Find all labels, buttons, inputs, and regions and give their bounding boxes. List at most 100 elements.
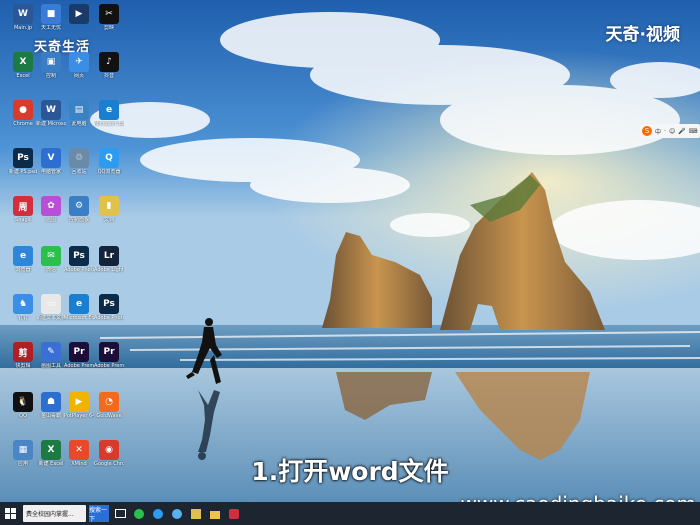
windows-start-icon[interactable] — [0, 505, 20, 522]
desktop-icon[interactable]: V 电脑管家 — [38, 148, 64, 175]
desktop-icon-label: Adobe Premiere P... — [94, 363, 124, 369]
wps-taskbar-icon[interactable] — [226, 505, 242, 522]
taskbar-search-input[interactable]: 费全校园内掌握... — [23, 505, 86, 522]
desktop-icon[interactable]: Ps 新建 PS.psd — [8, 148, 38, 175]
desktop-icon[interactable]: PsAdobe Photosh... — [64, 246, 94, 273]
desktop-icon[interactable]: X Excel — [10, 52, 36, 79]
desktop-icon[interactable]: ● Chrome — [10, 100, 36, 127]
watermark-top-right: 天奇·视频 — [605, 25, 680, 45]
desktop-icon-label: 电脑管家 — [40, 169, 61, 175]
desktop-icon[interactable]: ▤ 此电脑 — [66, 100, 92, 127]
desktop-icon-label: 控制 — [45, 73, 56, 79]
desktop-icon[interactable]: PrAdobe Premiere P... — [94, 342, 124, 369]
desktop-icon[interactable]: ✿ 画图 — [38, 196, 64, 223]
app-icon: Ps — [13, 148, 33, 168]
wechat-taskbar-icon[interactable] — [131, 505, 147, 522]
video-subtitle: 1.打开word文件 — [251, 457, 449, 486]
desktop-icon-label: Chrome — [13, 121, 33, 127]
emoji-icon[interactable]: ☺ — [669, 128, 675, 135]
desktop-icon[interactable]: W新建 Microsoft... — [36, 100, 66, 127]
app-icon: Lr — [99, 246, 119, 266]
desktop-icon[interactable]: ♪ 抖音 — [96, 52, 122, 79]
desktop-icon[interactable]: ▮ 文档 — [96, 196, 122, 223]
task-view-icon[interactable] — [112, 505, 128, 522]
ime-punct-label[interactable]: · — [664, 128, 666, 135]
app-icon: Pr — [99, 342, 119, 362]
desktop-icon-label: QQ浏览器 — [97, 169, 121, 175]
browser-taskbar-icon[interactable] — [169, 505, 185, 522]
desktop-icon[interactable]: ▣ 控制 — [38, 52, 64, 79]
desktop-icon-label: 画图工具 — [40, 363, 61, 369]
desktop-icon-label: Microsoft Edge — [64, 315, 94, 321]
desktop-icon-label: Microsoft Edge — [94, 121, 124, 127]
desktop-icon[interactable]: ✂ 剪映 — [96, 4, 122, 31]
desktop-icon[interactable]: Q QQ浏览器 — [96, 148, 122, 175]
desktop-icon[interactable]: ✉ 微信 — [38, 246, 64, 273]
app-icon: ♞ — [13, 294, 33, 314]
desktop-icon[interactable]: ▶PotPlayer 64 bit — [64, 392, 94, 419]
desktop-icon-label: 控制面板 — [68, 217, 89, 223]
app-icon: ✂ — [99, 4, 119, 24]
desktop-icon[interactable]: 周 Snagit — [10, 196, 36, 223]
ime-mode-label[interactable]: 中 — [655, 127, 661, 136]
desktop-icon[interactable]: ♲ 回收站 — [66, 148, 92, 175]
desktop-icon[interactable]: ■ 天工无忧 — [38, 4, 64, 31]
desktop-icon-label: 金山毒霸 — [40, 413, 61, 419]
app-icon: ▣ — [41, 52, 61, 72]
desktop-icon-label: Snagit — [15, 217, 31, 223]
desktop-icon[interactable]: ♞ 钉钉 — [10, 294, 36, 321]
app-icon: ▶ — [69, 392, 89, 412]
app-icon: Ps — [99, 294, 119, 314]
desktop-icon-label: QQ — [19, 413, 27, 419]
desktop-icon-label: 网页 — [73, 73, 84, 79]
desktop-icon[interactable]: 剪快剪辑 — [10, 342, 36, 369]
desktop-icon-label: PotPlayer 64 bit — [64, 413, 94, 419]
app-icon: ■ — [41, 4, 61, 24]
desktop-icon[interactable]: PsAdobe Photosh... — [94, 294, 124, 321]
app-icon: W — [13, 4, 33, 24]
desktop-icon[interactable]: eMicrosoft Edge — [64, 294, 94, 321]
microphone-icon[interactable]: 🎤 — [678, 128, 685, 135]
desktop-icon[interactable]: ✈ 网页 — [66, 52, 92, 79]
desktop-icon[interactable]: LrAdobe Lightroo... — [94, 246, 124, 273]
app-icon: Ps — [69, 246, 89, 266]
app-icon: ☗ — [41, 392, 61, 412]
desktop-icon-label: 新建文本文档 — [36, 315, 66, 321]
desktop-icon[interactable]: e 浏览器 — [10, 246, 36, 273]
desktop-icon-label: 浏览器 — [15, 267, 31, 273]
desktop-icon[interactable]: ⚙ 控制面板 — [66, 196, 92, 223]
desktop-icon-label: Adobe Premiere — [64, 363, 94, 369]
app-icon: e — [99, 100, 119, 120]
desktop-icon[interactable]: ☗ 金山毒霸 — [38, 392, 64, 419]
desktop-icon[interactable]: W Main.jp — [10, 4, 36, 31]
keyboard-icon[interactable]: ⌨ — [689, 128, 698, 135]
desktop-icon-label: 回收站 — [71, 169, 87, 175]
desktop-icon[interactable]: ▭ 新建文本文档 — [36, 294, 66, 321]
app-icon: 🐧 — [13, 392, 33, 412]
notes-taskbar-icon[interactable] — [188, 505, 204, 522]
desktop-icon-label: Adobe Lightroo... — [94, 267, 124, 273]
desktop-icon[interactable]: eMicrosoft Edge — [94, 100, 124, 127]
desktop-icon[interactable]: PrAdobe Premiere — [64, 342, 94, 369]
edge-taskbar-icon[interactable] — [150, 505, 166, 522]
desktop-icon-grid: W Main.jp ■ 天工无忧 ▶ ✂ 剪映 X Excel ▣ 控制 ✈ 网页 ♪ 抖音 ● Chrome W… — [0, 0, 124, 500]
desktop-icon-label: 新建 PS.psd — [8, 169, 38, 175]
desktop-icon[interactable]: 🐧 QQ — [10, 392, 36, 419]
sogou-ime-icon[interactable]: S — [642, 126, 652, 136]
taskbar-search-button[interactable]: 搜索一下 — [89, 505, 109, 523]
desktop-icon[interactable]: ✎ 画图工具 — [38, 342, 64, 369]
desktop-icon[interactable]: ▶ — [66, 4, 92, 25]
desktop-icon-label: 文档 — [103, 217, 114, 223]
folder-taskbar-icon[interactable] — [207, 505, 223, 522]
desktop-icon-label: 此电脑 — [71, 121, 87, 127]
app-icon: ▭ — [41, 294, 61, 314]
app-icon: ▶ — [69, 4, 89, 24]
desktop-icon-label: 钉钉 — [17, 315, 28, 321]
app-icon: ◔ — [99, 392, 119, 412]
ime-toolbar[interactable]: S 中 · ☺ 🎤 ⌨ — [640, 124, 700, 138]
desktop-icon[interactable]: ◔ GoldWave — [96, 392, 122, 419]
app-icon: ✿ — [41, 196, 61, 216]
app-icon: ● — [13, 100, 33, 120]
app-icon: e — [13, 246, 33, 266]
desktop-icon-label: 画图 — [45, 217, 56, 223]
